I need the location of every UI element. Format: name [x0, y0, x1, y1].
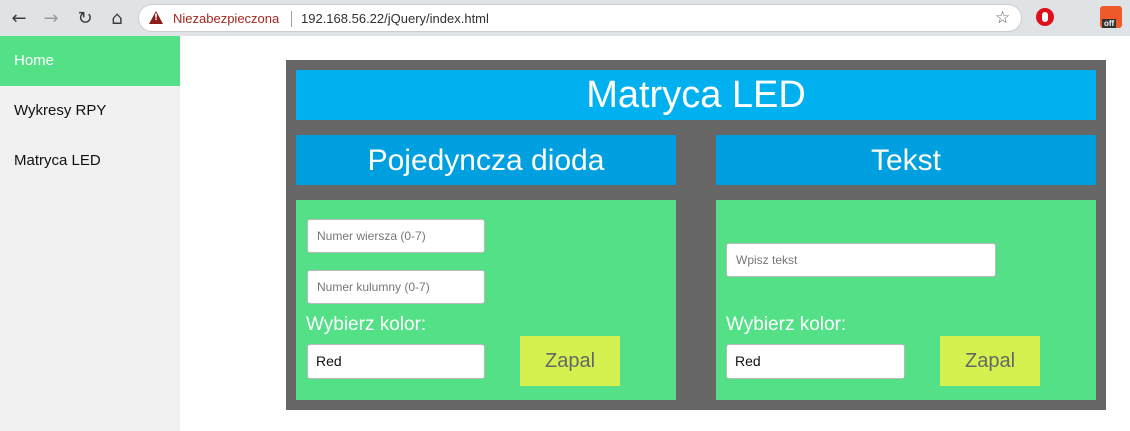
- adblock-extension-icon[interactable]: [1036, 8, 1054, 26]
- text-header: Tekst: [716, 135, 1096, 185]
- column-number-input[interactable]: Numer kulumny (0-7): [307, 270, 485, 304]
- address-bar[interactable]: Niezabezpieczona 192.168.56.22/jQuery/in…: [138, 4, 1022, 32]
- browser-toolbar: ← → ↻ ⌂ Niezabezpieczona 192.168.56.22/j…: [0, 0, 1130, 36]
- led-matrix-panel: Matryca LED Pojedyncza dioda Numer wiers…: [286, 60, 1106, 410]
- sidebar-item-home[interactable]: Home: [0, 36, 180, 86]
- sidebar: Home Wykresy RPY Matryca LED: [0, 36, 180, 431]
- security-label[interactable]: Niezabezpieczona: [173, 11, 279, 26]
- color-select[interactable]: Red: [726, 344, 905, 379]
- sidebar-item-matryca-led[interactable]: Matryca LED: [0, 136, 180, 186]
- color-select[interactable]: Red: [307, 344, 485, 379]
- single-diode-header: Pojedyncza dioda: [296, 135, 676, 185]
- color-label: Wybierz kolor:: [726, 314, 847, 335]
- light-diode-button[interactable]: Zapal: [520, 336, 620, 386]
- sidebar-item-wykresy-rpy[interactable]: Wykresy RPY: [0, 86, 180, 136]
- back-icon[interactable]: ←: [6, 0, 32, 36]
- row-number-input[interactable]: Numer wiersza (0-7): [307, 219, 485, 253]
- url-text[interactable]: 192.168.56.22/jQuery/index.html: [301, 11, 489, 26]
- light-text-button[interactable]: Zapal: [940, 336, 1040, 386]
- warning-icon[interactable]: [149, 11, 163, 24]
- home-icon[interactable]: ⌂: [104, 0, 130, 36]
- color-label: Wybierz kolor:: [306, 314, 427, 335]
- single-diode-form: Numer wiersza (0-7) Numer kulumny (0-7) …: [296, 200, 676, 400]
- forward-icon[interactable]: →: [38, 0, 64, 36]
- text-input[interactable]: Wpisz tekst: [726, 243, 996, 277]
- bookmark-star-icon[interactable]: ☆: [995, 8, 1010, 28]
- reload-icon[interactable]: ↻: [72, 0, 98, 36]
- extension-off-icon[interactable]: off: [1100, 6, 1122, 28]
- divider: [291, 11, 292, 27]
- page-title: Matryca LED: [296, 70, 1096, 120]
- text-form: Wpisz tekst Wybierz kolor: Red Zapal: [716, 200, 1096, 400]
- extension-badge: off: [1102, 19, 1117, 28]
